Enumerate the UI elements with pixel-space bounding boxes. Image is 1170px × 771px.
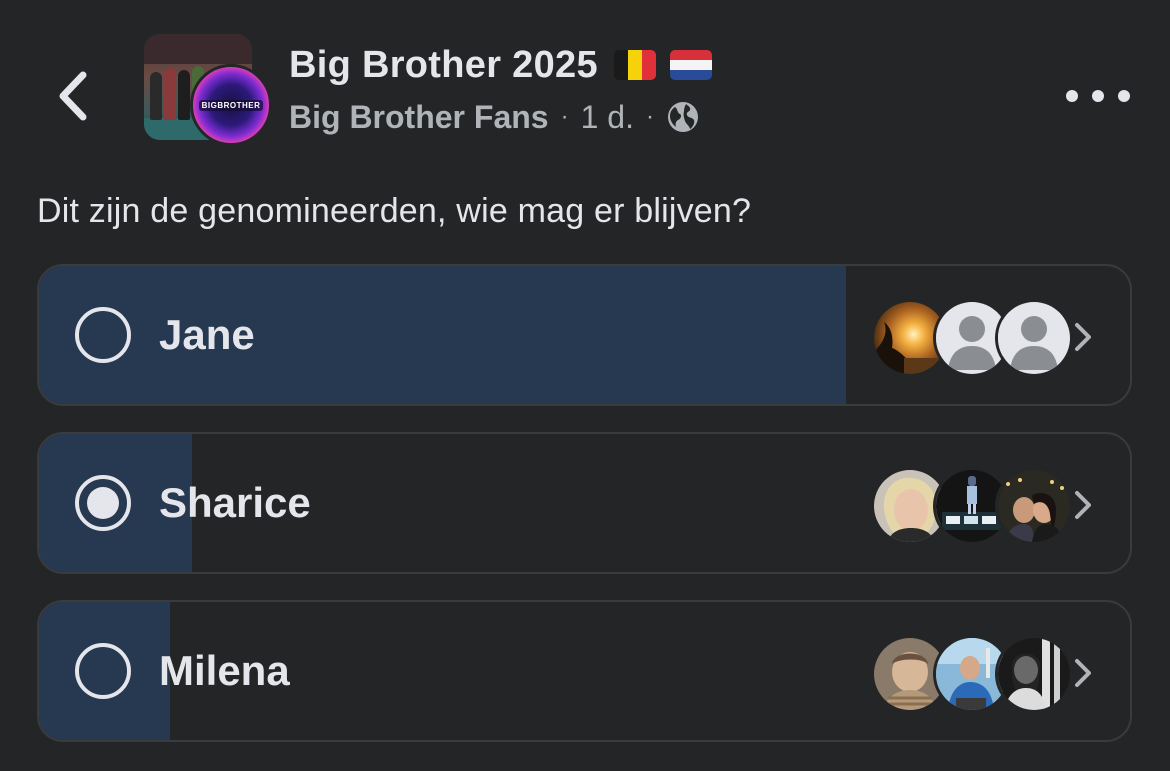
option-label: Milena — [159, 647, 290, 694]
voter-avatar-placeholder — [995, 299, 1073, 377]
radio-button[interactable] — [75, 307, 131, 363]
post-time[interactable]: 1 d. — [581, 99, 634, 136]
post-meta: Big Brother Fans · 1 d. · — [289, 95, 700, 139]
more-options-button[interactable] — [1066, 82, 1130, 110]
poll-option-sharice[interactable]: Sharice — [37, 432, 1132, 574]
chevron-right-icon — [1075, 659, 1091, 687]
back-button[interactable] — [48, 66, 96, 126]
poll-option-milena[interactable]: Milena — [37, 600, 1132, 742]
post-title[interactable]: Big Brother 2025 — [289, 44, 598, 87]
radio-button-selected[interactable] — [75, 475, 131, 531]
option-label: Jane — [159, 311, 255, 358]
belgium-flag-icon — [613, 50, 656, 80]
poll-option-jane[interactable]: Jane — [37, 264, 1132, 406]
post-header: BIGBROTHER Big Brother 2025 Big Brother … — [0, 0, 1170, 180]
voter-avatars[interactable] — [871, 299, 1073, 377]
more-horizontal-icon-dot — [1092, 90, 1104, 102]
meta-separator: · — [560, 103, 569, 130]
chevron-left-icon — [59, 71, 87, 121]
group-avatar[interactable]: BIGBROTHER — [144, 34, 272, 146]
voter-avatars[interactable] — [871, 467, 1073, 545]
globe-icon — [666, 100, 700, 134]
chevron-right-icon — [1075, 491, 1091, 519]
more-horizontal-icon-dot — [1066, 90, 1078, 102]
logo-text: BIGBROTHER — [198, 99, 264, 111]
netherlands-flag-icon — [669, 50, 712, 80]
post-title-row: Big Brother 2025 — [289, 40, 712, 90]
radio-button[interactable] — [75, 643, 131, 699]
option-label: Sharice — [159, 479, 311, 526]
voter-avatars[interactable] — [871, 635, 1073, 713]
voter-avatar-woman-bw-photo — [995, 635, 1073, 713]
poll-question: Dit zijn de genomineerden, wie mag er bl… — [37, 192, 752, 230]
big-brother-logo: BIGBROTHER — [190, 64, 272, 146]
voter-avatar-couple-photo — [995, 467, 1073, 545]
chevron-right-icon — [1075, 323, 1091, 351]
more-horizontal-icon-dot — [1118, 90, 1130, 102]
group-name-link[interactable]: Big Brother Fans — [289, 99, 549, 136]
meta-separator: · — [645, 103, 654, 130]
